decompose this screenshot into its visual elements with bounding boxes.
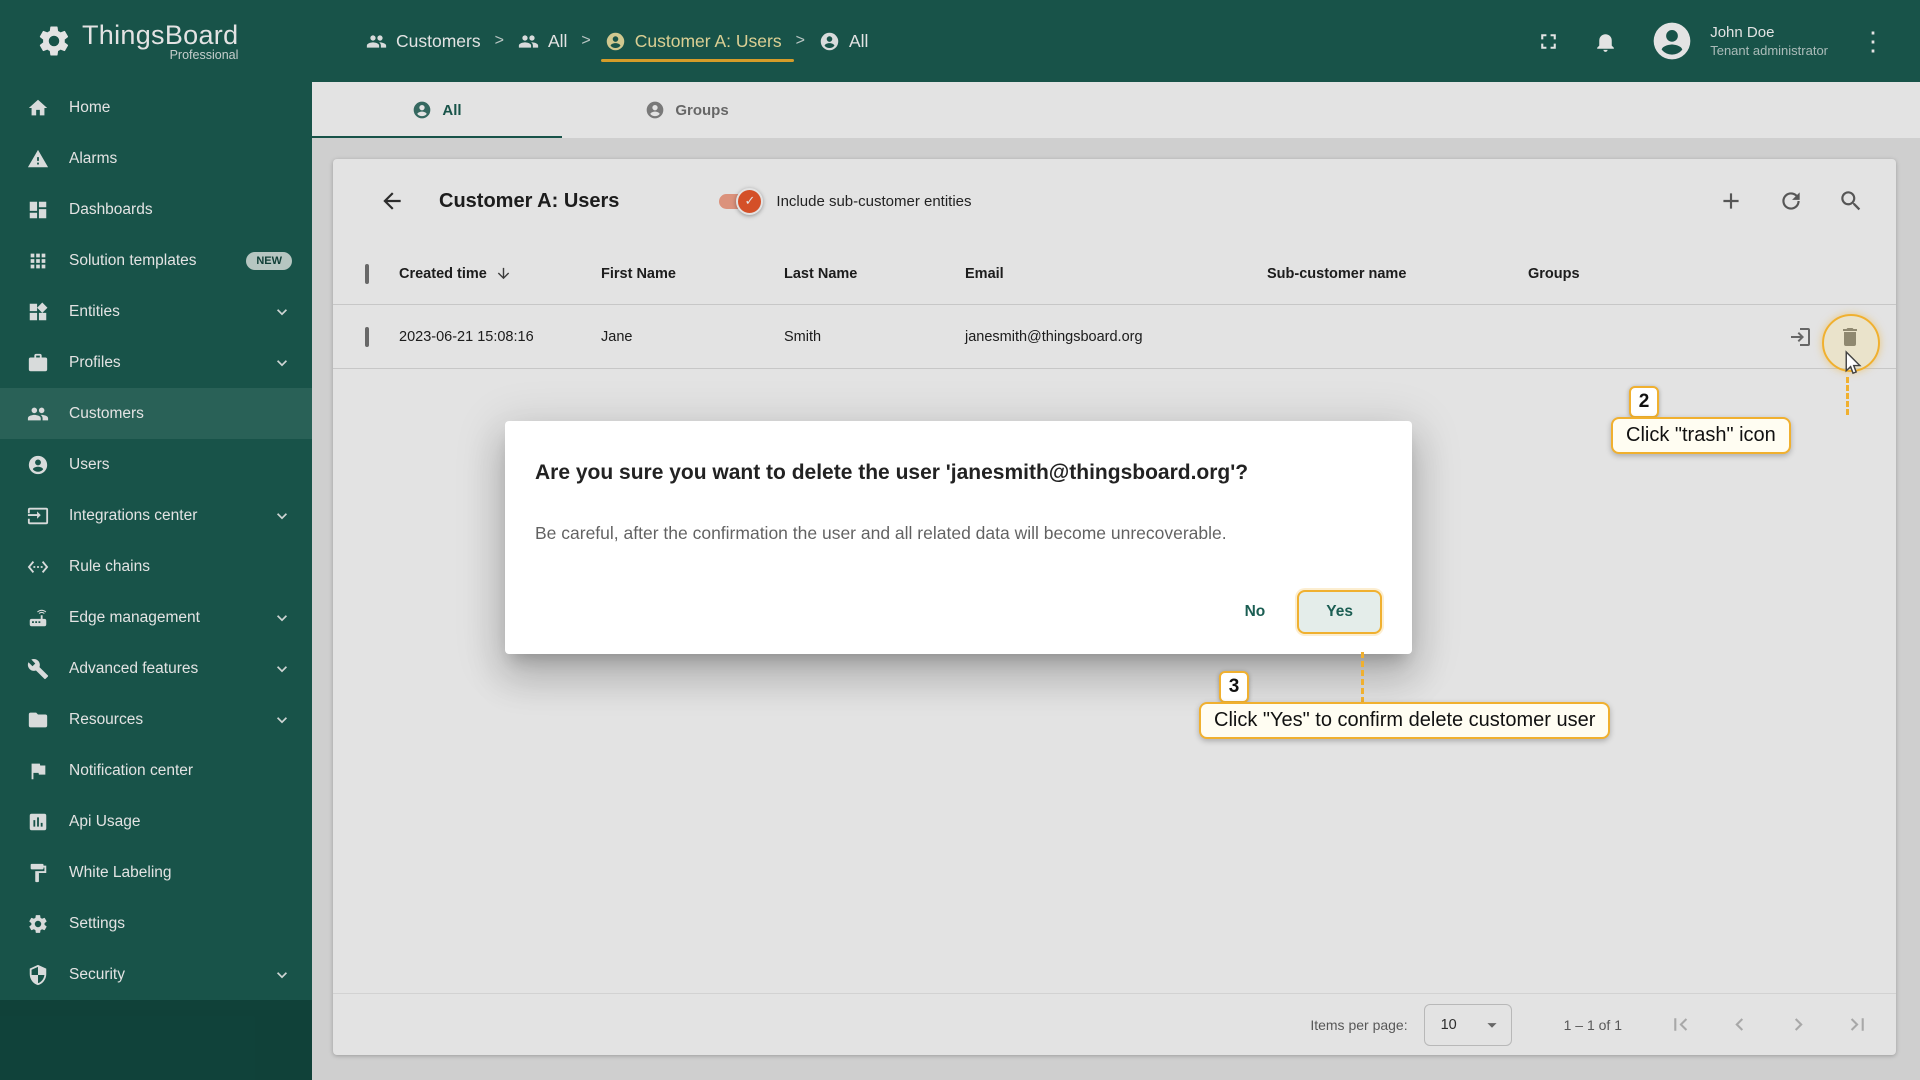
annotation-connector-3 (1361, 652, 1364, 703)
annotation-label-3: Click "Yes" to confirm delete customer u… (1199, 702, 1611, 739)
annotation-label-2: Click "trash" icon (1611, 417, 1791, 454)
dialog-actions: No Yes (535, 590, 1382, 634)
annotation-connector-2 (1846, 377, 1849, 415)
dialog-title: Are you sure you want to delete the user… (535, 461, 1249, 484)
annotation-step-3: 3 (1219, 671, 1249, 703)
delete-confirm-dialog: Are you sure you want to delete the user… (505, 421, 1412, 654)
cursor-icon (1845, 350, 1862, 375)
dialog-message: Be careful, after the confirmation the u… (535, 523, 1227, 543)
yes-button[interactable]: Yes (1297, 590, 1382, 634)
no-button[interactable]: No (1227, 591, 1284, 633)
annotation-step-2: 2 (1629, 386, 1659, 418)
